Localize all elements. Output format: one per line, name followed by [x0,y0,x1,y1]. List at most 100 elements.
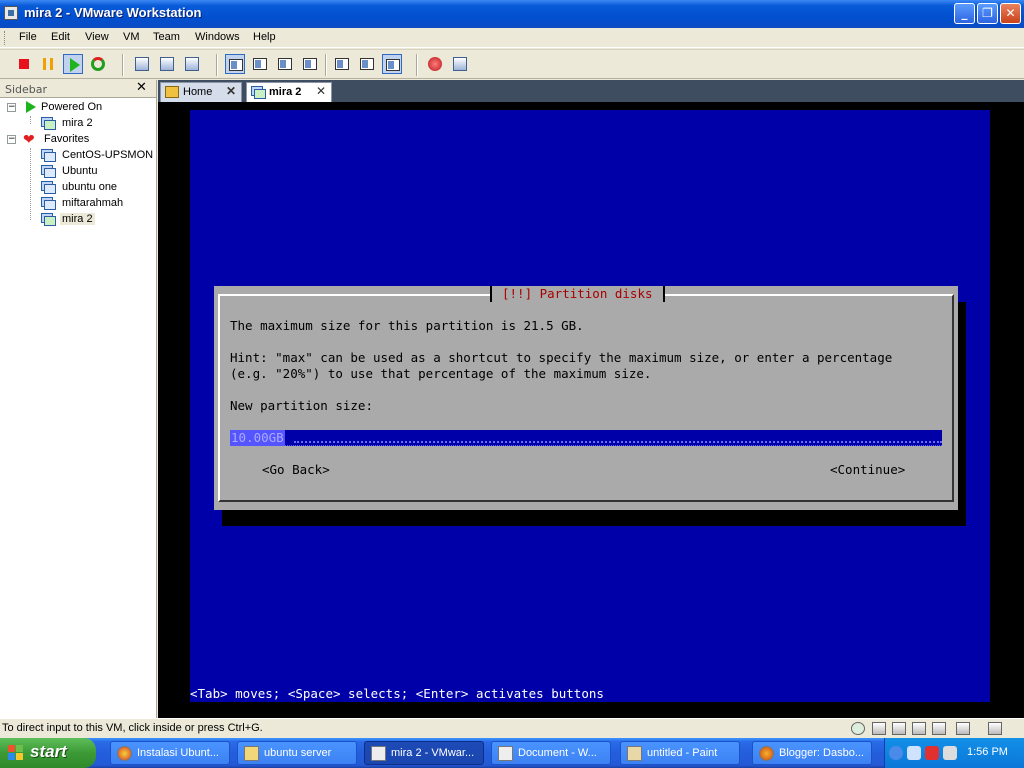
tree-item-label: mira 2 [62,117,93,129]
restore-button[interactable]: ❐ [977,3,998,24]
toolbar-separator [216,54,218,76]
tab-strip: Home ✕ mira 2 ✕ [158,80,1024,102]
menu-vm[interactable]: VM [123,31,140,43]
task-label: mira 2 - VMwar... [391,747,475,759]
clock[interactable]: 1:56 PM [967,746,1008,758]
heart-icon: ❤ [23,131,35,147]
hint-text-line-2: (e.g. "20%") to use that percentage of t… [230,366,652,381]
power-on-icon[interactable] [63,54,83,74]
menu-windows[interactable]: Windows [195,31,240,43]
toolbar-separator [416,54,418,76]
tree-item-label: Ubuntu [62,165,98,177]
tab-home[interactable]: Home ✕ [160,82,242,102]
task-label: untitled - Paint [647,747,718,759]
menu-edit[interactable]: Edit [51,31,70,43]
chrome-icon [117,746,132,761]
tray-expand-icon[interactable] [889,746,903,760]
tree-item-label: miftarahmah [62,197,124,209]
task-instalasi-ubuntu[interactable]: Instalasi Ubunt... [110,741,230,765]
task-paint[interactable]: untitled - Paint [620,741,740,765]
record-icon[interactable] [426,54,446,74]
start-button[interactable]: start [0,738,96,768]
task-vmware[interactable]: mira 2 - VMwar... [364,741,484,765]
vm-console[interactable]: [!!] Partition disks The maximum size fo… [158,102,1024,718]
firefox-icon [759,746,774,761]
tree-item-label: ubuntu one [62,181,118,193]
network-tray-icon[interactable] [907,746,921,760]
start-label: start [30,742,67,761]
menu-file[interactable]: File [19,31,37,43]
menu-team[interactable]: Team [153,31,180,43]
vmware-app-icon [4,6,18,20]
unity-icon[interactable] [300,54,320,74]
task-document[interactable]: Document - W... [491,741,611,765]
replay-icon[interactable] [450,54,470,74]
security-shield-icon[interactable] [925,746,939,760]
partition-size-input[interactable]: 10.00GB [230,430,942,446]
sound-icon[interactable] [932,722,946,735]
full-screen-icon[interactable] [275,54,295,74]
floppy-icon[interactable] [892,722,906,735]
show-sidebar-icon[interactable] [225,54,245,74]
continue-button[interactable]: <Continue> [830,462,905,478]
vmware-icon [371,746,386,761]
vm-running-icon [40,212,56,226]
reset-icon[interactable] [88,54,108,74]
keyboard-help-line: <Tab> moves; <Space> selects; <Enter> ac… [190,686,604,701]
go-back-button[interactable]: <Go Back> [262,462,330,478]
toolbar [0,49,1024,79]
taskbar: start Instalasi Ubunt... ubuntu server m… [0,738,1024,768]
volume-icon[interactable] [943,746,957,760]
suspend-icon[interactable] [38,54,58,74]
tree-item-label: CentOS-UPSMON [62,149,154,161]
menu-view[interactable]: View [85,31,109,43]
console-view-icon[interactable] [382,54,402,74]
menu-bar: File Edit View VM Team Windows Help [0,28,1024,48]
quick-switch-icon[interactable] [250,54,270,74]
hint-text-line-1: Hint: "max" can be used as a shortcut to… [230,350,893,365]
system-tray: 1:56 PM [884,738,1024,768]
task-blogger[interactable]: Blogger: Dasbo... [752,741,872,765]
sidebar-close-icon[interactable]: ✕ [136,80,147,95]
appliance-view-icon[interactable] [357,54,377,74]
vm-running-icon [40,116,56,130]
tab-close-icon[interactable]: ✕ [226,84,236,98]
summary-view-icon[interactable] [332,54,352,74]
task-ubuntu-server[interactable]: ubuntu server [237,741,357,765]
collapse-powered-on-icon[interactable]: − [7,103,16,112]
cd-rom-icon[interactable] [912,722,926,735]
menu-grip [4,31,7,45]
task-label: Instalasi Ubunt... [137,747,219,759]
toolbar-separator [325,54,327,76]
close-window-button[interactable]: ✕ [1000,3,1021,24]
home-icon [165,86,179,98]
vmware-window: mira 2 - VMware Workstation _ ❐ ✕ File E… [0,0,1024,738]
message-log-icon[interactable] [988,722,1002,735]
minimize-button[interactable]: _ [954,3,975,24]
partition-dialog: [!!] Partition disks The maximum size fo… [214,286,958,510]
status-text: To direct input to this VM, click inside… [2,722,263,734]
tab-mira-2[interactable]: mira 2 ✕ [246,82,332,102]
menu-help[interactable]: Help [253,31,276,43]
title-bar[interactable]: mira 2 - VMware Workstation _ ❐ ✕ [0,0,1024,28]
partition-size-prompt: New partition size: [230,398,373,413]
collapse-favorites-icon[interactable]: − [7,135,16,144]
window-title: mira 2 - VMware Workstation [24,5,202,20]
partition-size-value: 10.00GB [230,430,285,446]
paint-icon [627,746,642,761]
network-status-icon[interactable] [851,722,865,735]
power-off-icon[interactable] [14,54,34,74]
snapshot-manager-icon[interactable] [182,54,202,74]
vm-icon [40,148,56,162]
toolbar-separator [122,54,124,76]
tab-close-icon[interactable]: ✕ [316,84,326,98]
max-size-text: The maximum size for this partition is 2… [230,318,584,333]
snapshot-icon[interactable] [132,54,152,74]
installer-screen[interactable]: [!!] Partition disks The maximum size fo… [190,110,990,702]
tree-group-label: Powered On [41,101,103,113]
wordpad-icon [498,746,513,761]
printer-icon[interactable] [956,722,970,735]
hard-disk-icon[interactable] [872,722,886,735]
task-label: Document - W... [518,747,597,759]
revert-snapshot-icon[interactable] [157,54,177,74]
